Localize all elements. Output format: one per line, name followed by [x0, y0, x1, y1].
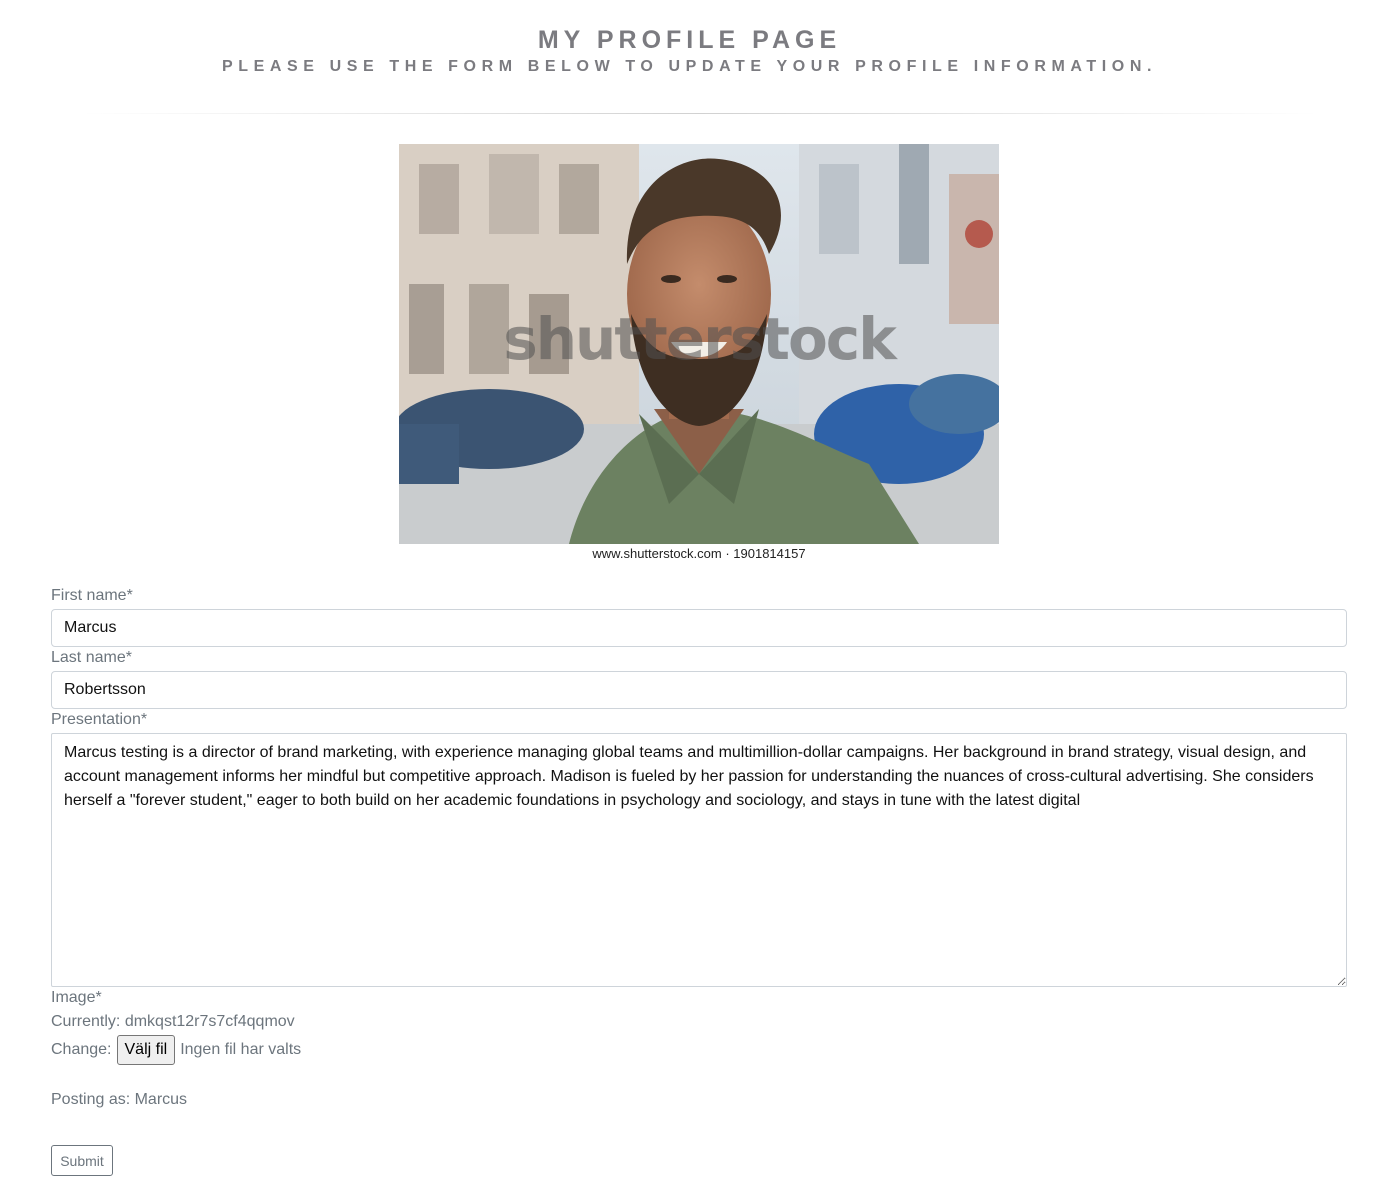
- first-name-label: First name*: [51, 587, 133, 604]
- no-file-text: Ingen fil har valts: [180, 1041, 302, 1058]
- current-image-filename: dmkqst12r7s7cf4qqmov: [124, 1013, 295, 1030]
- page-subtitle: PLEASE USE THE FORM BELOW TO UPDATE YOUR…: [221, 58, 1158, 75]
- current-image-row: Currently: dmkqst12r7s7cf4qqmov: [51, 1012, 295, 1032]
- header-divider: [80, 113, 1320, 114]
- last-name-label: Last name*: [51, 649, 132, 666]
- first-name-field[interactable]: [51, 609, 1347, 647]
- change-label: Change:: [51, 1041, 112, 1058]
- submit-button[interactable]: Submit: [51, 1145, 113, 1176]
- image-label: Image*: [51, 989, 102, 1006]
- posting-as-text: Posting as: Marcus: [51, 1091, 188, 1108]
- currently-label: Currently:: [51, 1013, 121, 1030]
- change-image-row: Change: Välj fil Ingen fil har valts: [51, 1035, 301, 1065]
- page-title: MY PROFILE PAGE: [537, 26, 842, 54]
- image-caption: www.shutterstock.com · 1901814157: [592, 546, 806, 561]
- watermark: shutterstock: [503, 305, 897, 373]
- presentation-label: Presentation*: [51, 711, 148, 728]
- page-header: MY PROFILE PAGE PLEASE USE THE FORM BELO…: [0, 24, 1379, 77]
- last-name-field[interactable]: [51, 671, 1347, 709]
- choose-file-button[interactable]: Välj fil: [116, 1035, 176, 1065]
- presentation-field[interactable]: Marcus testing is a director of brand ma…: [51, 733, 1347, 987]
- profile-image: shutterstock: [399, 144, 999, 544]
